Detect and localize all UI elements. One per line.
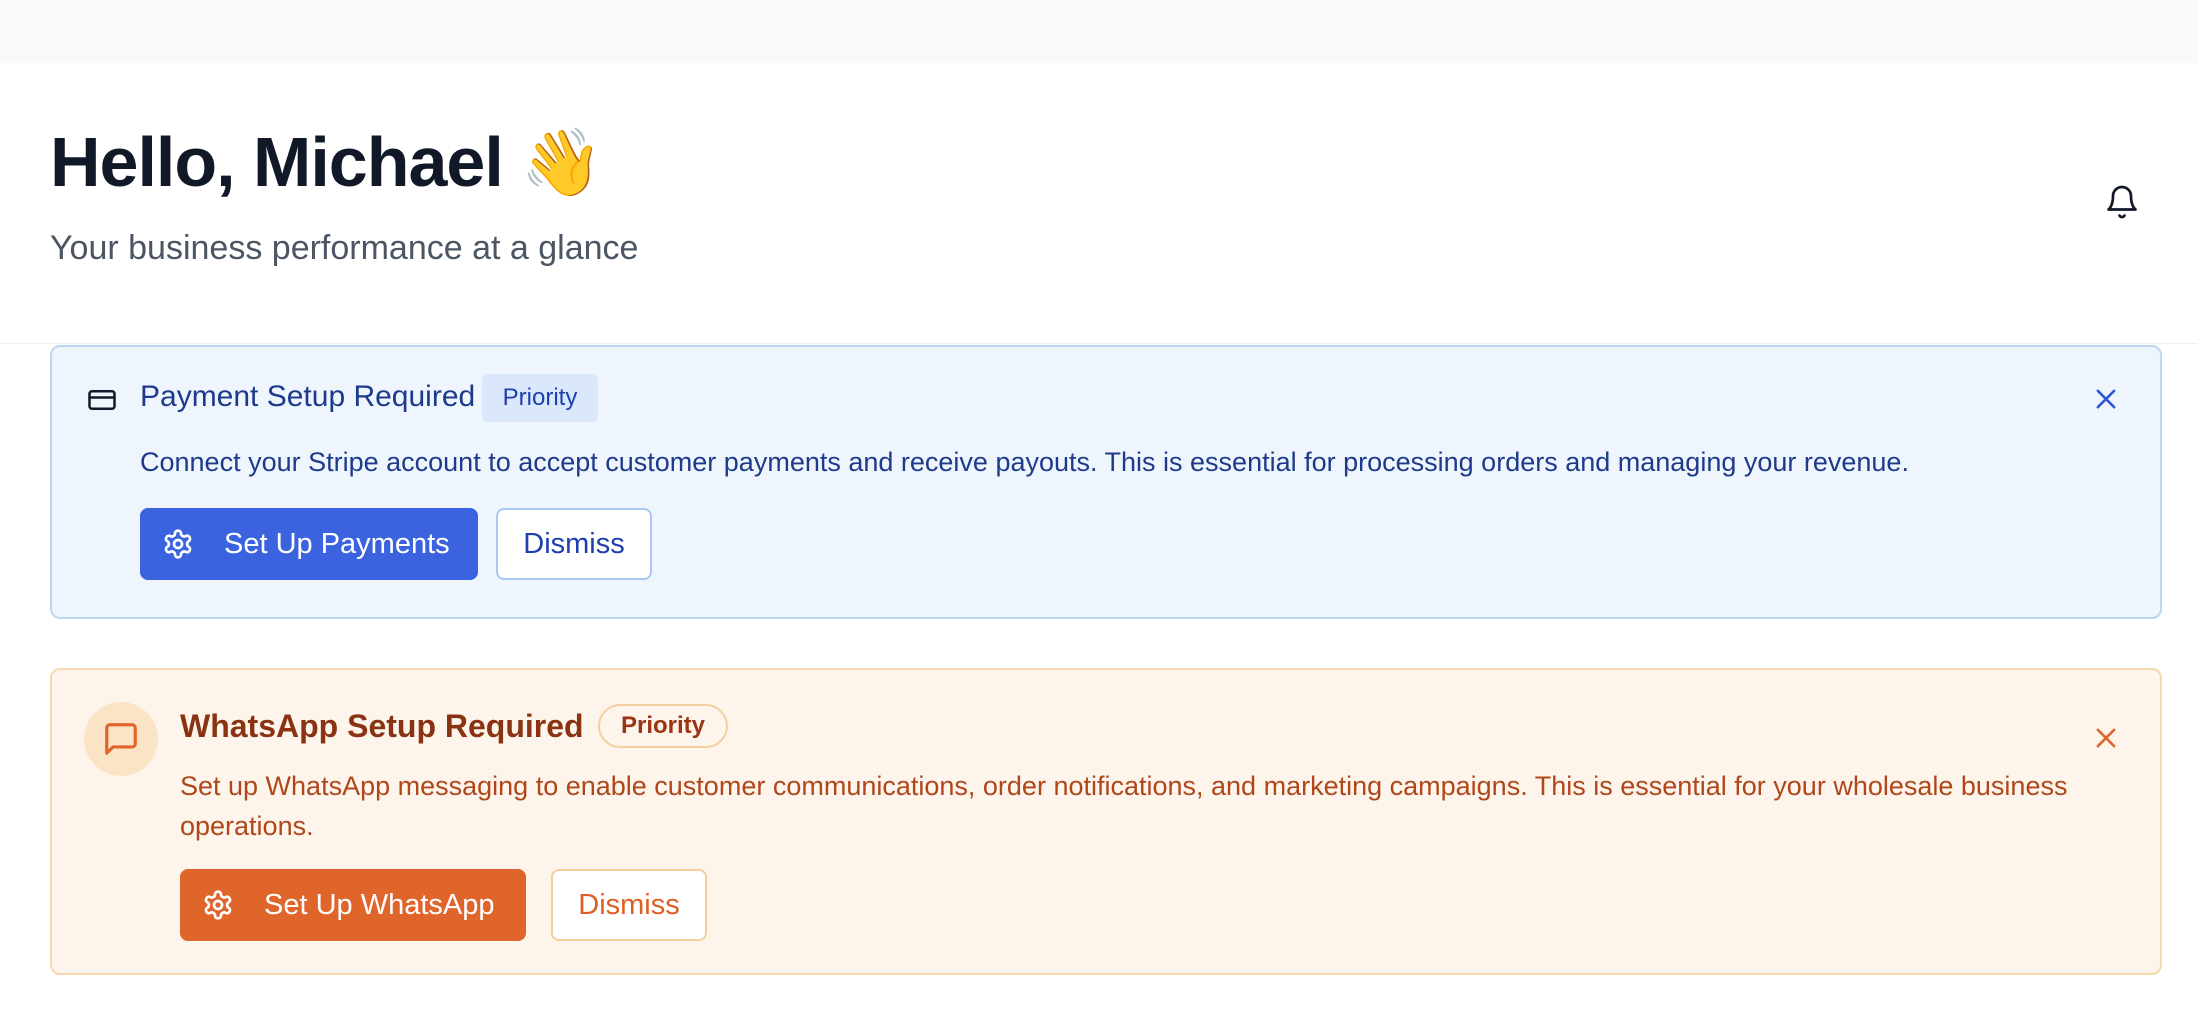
alert-title: Payment Setup Required bbox=[140, 380, 476, 413]
page-title: Hello, Michael 👋 bbox=[50, 123, 603, 201]
set-up-whatsapp-button[interactable]: Set Up WhatsApp bbox=[180, 869, 526, 941]
alert-description: Set up WhatsApp messaging to enable cust… bbox=[180, 771, 2068, 841]
alert-title: WhatsApp Setup Required bbox=[180, 708, 584, 744]
gear-icon bbox=[164, 529, 192, 559]
close-icon[interactable] bbox=[2092, 385, 2120, 413]
bell-icon[interactable] bbox=[2104, 184, 2140, 220]
page-header: Hello, Michael 👋 Your business performan… bbox=[0, 63, 2198, 344]
button-label: Set Up Payments bbox=[224, 527, 450, 560]
alert-description: Connect your Stripe account to accept cu… bbox=[140, 447, 1909, 477]
top-bar bbox=[0, 0, 2198, 63]
close-icon[interactable] bbox=[2092, 724, 2120, 752]
credit-card-icon bbox=[88, 390, 116, 410]
message-square-icon bbox=[105, 723, 137, 755]
payment-setup-alert: Payment Setup Required Priority Connect … bbox=[50, 345, 2162, 619]
dismiss-payment-button[interactable]: Dismiss bbox=[496, 508, 652, 580]
priority-badge: Priority bbox=[482, 374, 598, 422]
gear-icon bbox=[204, 890, 232, 920]
waving-hand-emoji: 👋 bbox=[520, 125, 603, 199]
button-label: Set Up WhatsApp bbox=[264, 888, 495, 921]
whatsapp-setup-alert: WhatsApp Setup Required Priority Set up … bbox=[50, 668, 2162, 975]
icon-badge bbox=[84, 702, 158, 776]
set-up-payments-button[interactable]: Set Up Payments bbox=[140, 508, 478, 580]
dismiss-whatsapp-button[interactable]: Dismiss bbox=[551, 869, 707, 941]
greeting-text: Hello, Michael bbox=[50, 123, 504, 201]
priority-badge: Priority bbox=[598, 704, 728, 748]
page-subtitle: Your business performance at a glance bbox=[50, 229, 639, 267]
